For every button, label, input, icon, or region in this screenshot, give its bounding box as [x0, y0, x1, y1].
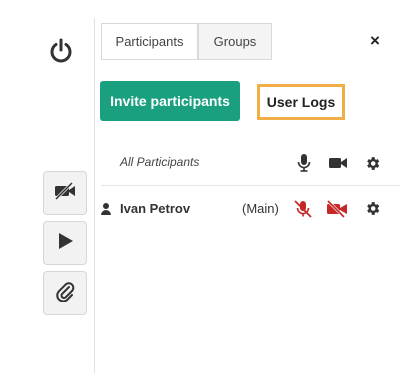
all-participants-label: All Participants — [120, 155, 200, 169]
tab-groups[interactable]: Groups — [198, 23, 272, 60]
user-logs-button[interactable]: User Logs — [257, 84, 345, 120]
video-camera-icon[interactable] — [328, 155, 348, 171]
panel-divider — [94, 18, 95, 373]
camera-toggle-button[interactable] — [43, 171, 87, 215]
paperclip-icon — [55, 280, 75, 307]
microphone-muted-icon[interactable] — [293, 199, 313, 219]
tabs-underline — [101, 59, 272, 60]
tab-participants[interactable]: Participants — [101, 23, 198, 60]
header-divider — [101, 185, 400, 186]
power-icon[interactable] — [47, 37, 75, 65]
close-icon[interactable]: × — [365, 31, 385, 51]
participant-name: Ivan Petrov — [120, 201, 191, 216]
participant-role-tag: (Main) — [242, 201, 279, 216]
participant-settings-icon[interactable] — [364, 200, 381, 217]
camera-off-icon[interactable] — [326, 199, 348, 219]
camera-off-icon — [53, 181, 77, 206]
user-icon — [100, 202, 112, 216]
microphone-icon[interactable] — [296, 153, 312, 173]
invite-participants-button[interactable]: Invite participants — [100, 81, 240, 121]
gear-icon[interactable] — [364, 155, 381, 172]
attach-button[interactable] — [43, 271, 87, 315]
play-icon — [55, 231, 75, 256]
play-button[interactable] — [43, 221, 87, 265]
